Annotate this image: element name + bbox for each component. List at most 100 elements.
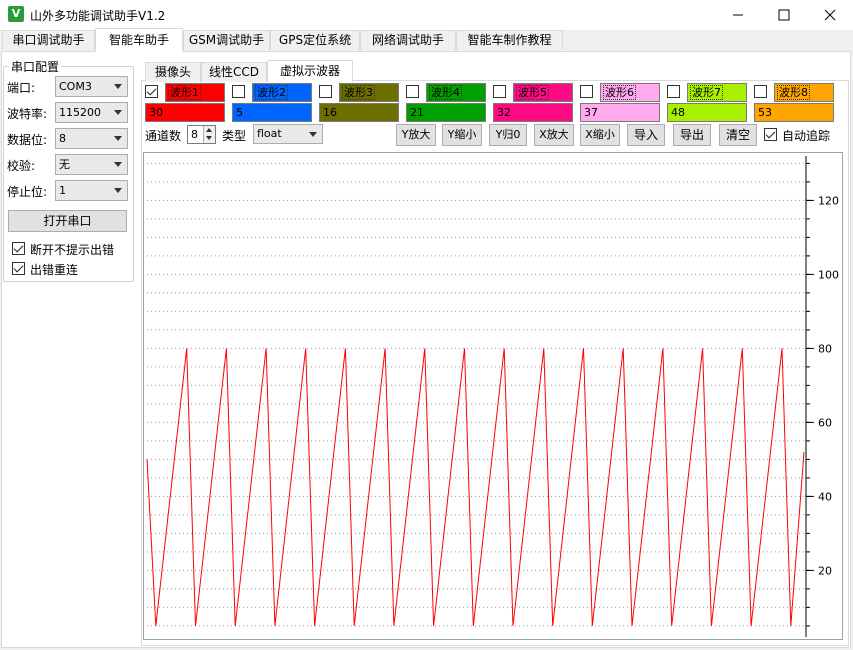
waveform-1-name-field[interactable]: 波形1 [165,83,225,102]
y-tick-label: 120 [818,194,839,207]
type-value: float [257,127,282,140]
tab-camera[interactable]: 摄像头 [145,62,201,82]
tab-virtual-oscilloscope[interactable]: 虚拟示波器 [267,60,353,82]
baud-value: 115200 [59,106,101,119]
waveform-4-name-field[interactable]: 波形4 [426,83,486,102]
auto-track-label: 自动追踪 [782,129,831,143]
reconnect-on-error-label: 出错重连 [30,263,79,277]
waveform-7-checkbox[interactable] [667,85,680,98]
auto-track-checkbox[interactable] [764,128,777,141]
serial-config-title: 串口配置 [9,58,62,75]
waveform-8-name-field[interactable]: 波形8 [774,83,834,102]
y-tick-label: 60 [818,416,832,429]
waveform-6-name-field[interactable]: 波形6 [600,83,660,102]
y-reset-button[interactable]: Y归0 [489,124,527,146]
port-label: 端口: [7,81,36,95]
waveform-5-value-field[interactable]: 32 [493,103,573,122]
databits-value: 8 [59,132,66,145]
chevron-down-icon [114,162,122,167]
port-select[interactable]: COM3 [55,76,128,97]
y-zoom-out-button[interactable]: Y缩小 [442,124,482,146]
maximize-button[interactable] [761,0,807,30]
waveform-1-line [146,348,805,626]
waveform-name-text: 波形4 [429,85,462,100]
waveform-name-text: 波形1 [168,85,201,100]
waveform-4-value-field[interactable]: 21 [406,103,486,122]
channels-value: 8 [191,128,198,141]
app-logo-icon: V [8,6,24,22]
waveform-8-checkbox[interactable] [754,85,767,98]
waveform-name-text: 波形2 [255,85,288,100]
tab-gps-system[interactable]: GPS定位系统 [270,30,360,50]
port-value: COM3 [59,80,92,93]
stopbits-select[interactable]: 1 [55,180,128,201]
close-icon [824,9,836,21]
tab-smart-car-tutorial[interactable]: 智能车制作教程 [456,30,563,50]
waveform-4-checkbox[interactable] [406,85,419,98]
waveform-name-text: 波形8 [777,85,810,100]
channels-label: 通道数 [145,129,182,143]
baud-select[interactable]: 115200 [55,102,128,123]
parity-select[interactable]: 无 [55,154,128,175]
type-label: 类型 [222,129,247,143]
waveform-name-text: 波形6 [603,85,636,100]
main-tab-bar: 串口调试助手 智能车助手 GSM调试助手 GPS定位系统 网络调试助手 智能车制… [0,28,853,52]
tab-gsm-assistant[interactable]: GSM调试助手 [183,30,270,50]
waveform-1-value-field[interactable]: 30 [145,103,225,122]
tab-serial-assistant[interactable]: 串口调试助手 [2,30,95,50]
import-button[interactable]: 导入 [627,124,665,146]
parity-label: 校验: [7,159,36,173]
disconnect-no-prompt-label: 断开不提示出错 [30,243,115,257]
chevron-down-icon [114,84,122,89]
spin-arrows-icon[interactable] [203,126,215,143]
oscilloscope-chart[interactable]: 20 40 60 80 100 120 [143,152,843,640]
waveform-2-value-field[interactable]: 5 [232,103,312,122]
y-tick-label: 100 [818,268,839,281]
databits-select[interactable]: 8 [55,128,128,149]
clear-button[interactable]: 清空 [719,124,757,146]
y-tick-label: 20 [818,564,832,577]
waveform-name-text: 波形5 [516,85,549,100]
waveform-7-value-field[interactable]: 48 [667,103,747,122]
waveform-5-name-field[interactable]: 波形5 [513,83,573,102]
waveform-3-value-field[interactable]: 16 [319,103,399,122]
waveform-3-checkbox[interactable] [319,85,332,98]
waveform-2-checkbox[interactable] [232,85,245,98]
tab-smart-car-assistant[interactable]: 智能车助手 [95,28,183,52]
waveform-2-name-field[interactable]: 波形2 [252,83,312,102]
y-tick-label: 40 [818,490,832,503]
chevron-down-icon [114,136,122,141]
waveform-6-checkbox[interactable] [580,85,593,98]
waveform-8-value-field[interactable]: 53 [754,103,834,122]
tab-network-assistant[interactable]: 网络调试助手 [360,30,456,50]
title-bar: V 山外多功能调试助手V1.2 [0,0,853,30]
x-zoom-out-button[interactable]: X缩小 [580,124,620,146]
baud-label: 波特率: [7,107,48,121]
waveform-6-value-field[interactable]: 37 [580,103,660,122]
disconnect-no-prompt-checkbox[interactable] [12,242,25,255]
waveform-3-name-field[interactable]: 波形3 [339,83,399,102]
type-select[interactable]: float [253,124,323,144]
oscilloscope-plot: 20 40 60 80 100 120 [146,156,839,637]
chevron-down-icon [114,188,122,193]
maximize-icon [778,9,790,21]
window-title: 山外多功能调试助手V1.2 [30,9,166,23]
chevron-down-icon [309,132,317,137]
tab-linear-ccd[interactable]: 线性CCD [201,62,267,82]
export-button[interactable]: 导出 [673,124,711,146]
parity-value: 无 [59,158,70,171]
minimize-button[interactable] [715,0,761,30]
chevron-down-icon [114,110,122,115]
open-port-button[interactable]: 打开串口 [8,210,127,232]
stopbits-label: 停止位: [7,185,48,199]
close-button[interactable] [807,0,853,30]
channels-spinbox[interactable]: 8 [187,125,216,144]
databits-label: 数据位: [7,133,48,147]
waveform-1-checkbox[interactable] [145,85,158,98]
waveform-5-checkbox[interactable] [493,85,506,98]
waveform-7-name-field[interactable]: 波形7 [687,83,747,102]
x-zoom-in-button[interactable]: X放大 [534,124,574,146]
y-zoom-in-button[interactable]: Y放大 [396,124,436,146]
waveform-name-text: 波形3 [342,85,375,100]
reconnect-on-error-checkbox[interactable] [12,262,25,275]
